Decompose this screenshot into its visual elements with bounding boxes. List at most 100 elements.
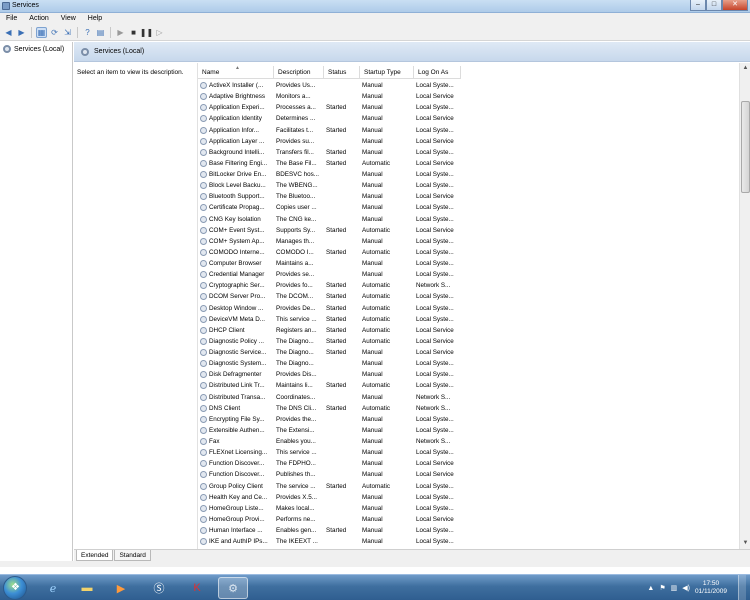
table-row[interactable]: DeviceVM Meta D... This service ... Starte… — [198, 314, 462, 325]
table-row[interactable]: Distributed Transa... Coordinates... Manua… — [198, 392, 462, 403]
table-row[interactable]: HomeGroup Provi... Performs ne... Manual Lo… — [198, 514, 462, 525]
table-row[interactable]: DHCP Client Registers an... Started Automat… — [198, 325, 462, 336]
table-row[interactable]: COMODO Interne... COMODO I... Started Autom… — [198, 247, 462, 258]
gear-icon — [3, 45, 11, 53]
back-icon[interactable]: ◀ — [3, 27, 14, 38]
table-row[interactable]: Application Infor... Facilitates t... Star… — [198, 125, 462, 136]
tab-standard[interactable]: Standard — [114, 550, 151, 561]
table-row[interactable]: Fax Enables you... Manual Network S... — [198, 436, 462, 447]
menu-file[interactable]: File — [0, 13, 23, 25]
tab-extended[interactable]: Extended — [76, 550, 114, 561]
menu-help[interactable]: Help — [82, 13, 108, 25]
menu-action[interactable]: Action — [23, 13, 54, 25]
column-header-description[interactable]: Description — [274, 66, 324, 78]
table-row[interactable]: Extensible Authen... The Extensi... Manual… — [198, 425, 462, 436]
stop-service-icon[interactable]: ■ — [128, 27, 139, 38]
minimize-button[interactable]: – — [690, 0, 706, 11]
media-player-icon[interactable]: ▶ — [106, 577, 136, 599]
pause-service-icon[interactable]: ❚❚ — [140, 27, 153, 38]
service-log-on-as: Local Service — [416, 326, 454, 334]
table-row[interactable]: Group Policy Client The service ... Starte… — [198, 481, 462, 492]
column-header-startup-type[interactable]: Startup Type — [360, 66, 414, 78]
table-row[interactable]: Health Key and Ce... Provides X.5... Manua… — [198, 492, 462, 503]
table-row[interactable]: Desktop Window ... Provides De... Started A… — [198, 303, 462, 314]
skype-icon[interactable]: Ⓢ — [144, 577, 174, 599]
scroll-down-icon[interactable]: ▼ — [741, 539, 750, 548]
table-row[interactable]: HomeGroup Liste... Makes local... Manual Lo… — [198, 503, 462, 514]
forward-icon[interactable]: ▶ — [16, 27, 27, 38]
clock[interactable]: 17:50 01/11/2009 — [695, 580, 733, 596]
table-row[interactable]: Base Filtering Engi... The Base Fil... Sta… — [198, 158, 462, 169]
service-name: Diagnostic System... — [198, 360, 274, 368]
export-list-icon[interactable]: ⇲ — [62, 27, 73, 38]
service-status: Started — [326, 126, 347, 134]
service-description: Transfers fil... — [276, 148, 314, 156]
file-explorer-icon[interactable]: ▬ — [72, 577, 102, 599]
vertical-scrollbar[interactable]: ▲ ▼ — [739, 63, 750, 549]
table-row[interactable]: Application Layer ... Provides su... Manua… — [198, 136, 462, 147]
table-row[interactable]: Encrypting File Sy... Provides the... Manu… — [198, 414, 462, 425]
table-row[interactable]: Application Experi... Processes a... Start… — [198, 102, 462, 113]
table-row[interactable]: Diagnostic Service... The Diagno... Starte… — [198, 347, 462, 358]
table-row[interactable]: COM+ System Ap... Manages th... Manual Loca… — [198, 236, 462, 247]
description-panel: Select an item to view its description. — [74, 63, 198, 549]
maximize-button[interactable]: □ — [706, 0, 722, 11]
service-status: Started — [326, 248, 347, 256]
volume-icon[interactable]: ◀) — [682, 584, 690, 592]
table-row[interactable]: DNS Client The DNS Cli... Started Automatic… — [198, 403, 462, 414]
table-row[interactable]: Bluetooth Support... The Bluetoo... Manual… — [198, 191, 462, 202]
table-row[interactable]: FLEXnet Licensing... This service ... Manu… — [198, 447, 462, 458]
table-row[interactable]: Disk Defragmenter Provides Dis... Manual Lo… — [198, 369, 462, 380]
table-row[interactable]: Diagnostic System... The Diagno... Manual L… — [198, 358, 462, 369]
tree-item-services-local[interactable]: Services (Local) — [3, 45, 64, 53]
table-row[interactable]: Diagnostic Policy ... The Diagno... Starte… — [198, 336, 462, 347]
table-row[interactable]: Human Interface ... Enables gen... Started… — [198, 525, 462, 536]
scroll-up-icon[interactable]: ▲ — [741, 64, 750, 73]
table-row[interactable]: CNG Key Isolation The CNG ke... Manual Loca… — [198, 214, 462, 225]
service-name: COM+ System Ap... — [198, 237, 274, 245]
table-row[interactable]: DCOM Server Pro... The DCOM... Started Auto… — [198, 291, 462, 302]
properties-icon[interactable]: ▤ — [95, 27, 106, 38]
show-hide-tree-icon[interactable]: ▦ — [36, 27, 47, 38]
service-name: Encrypting File Sy... — [198, 415, 274, 423]
table-row[interactable]: BitLocker Drive En... BDESVC hos... Manual… — [198, 169, 462, 180]
table-row[interactable]: Certificate Propag... Copies user ... Manu… — [198, 202, 462, 213]
column-header-status[interactable]: Status — [324, 66, 360, 78]
menu-view[interactable]: View — [55, 13, 82, 25]
help-icon[interactable]: ? — [82, 27, 93, 38]
close-button[interactable]: ✕ — [722, 0, 748, 11]
table-row[interactable]: Distributed Link Tr... Maintains li... Sta… — [198, 380, 462, 391]
service-description: BDESVC hos... — [276, 171, 320, 179]
action-center-icon[interactable]: ⚑ — [659, 584, 665, 592]
table-row[interactable]: Function Discover... Publishes th... Manua… — [198, 469, 462, 480]
service-name: COM+ Event Syst... — [198, 226, 274, 234]
restart-service-icon[interactable]: ▷ — [154, 27, 165, 38]
table-row[interactable]: Cryptographic Ser... Provides fo... Starte… — [198, 280, 462, 291]
service-description: Supports Sy... — [276, 226, 316, 234]
table-row[interactable]: Function Discover... The FDPHO... Manual Lo… — [198, 458, 462, 469]
table-row[interactable]: Block Level Backu... The WBENG... Manual Lo… — [198, 180, 462, 191]
table-row[interactable]: COM+ Event Syst... Supports Sy... Started A… — [198, 225, 462, 236]
show-hidden-icons-icon[interactable]: ▲ — [647, 585, 654, 592]
table-row[interactable]: IKE and AuthIP IPs... The IKEEXT ... Manua… — [198, 536, 462, 547]
column-header-log-on-as[interactable]: Log On As — [414, 66, 461, 78]
service-name: FLEXnet Licensing... — [198, 449, 274, 457]
kaspersky-icon[interactable]: K — [182, 577, 212, 599]
table-row[interactable]: Computer Browser Maintains a... Manual Loca… — [198, 258, 462, 269]
services-taskbar-icon[interactable]: ⚙ — [218, 577, 248, 599]
table-row[interactable]: Background Intelli... Transfers fil... Sta… — [198, 147, 462, 158]
network-icon[interactable]: ▥ — [671, 584, 678, 592]
table-row[interactable]: ActiveX Installer (... Provides Us... Manu… — [198, 80, 462, 91]
start-service-icon[interactable]: ▶ — [115, 27, 126, 38]
service-status: Started — [326, 304, 347, 312]
windows-logo-icon: ❖ — [11, 582, 20, 593]
table-row[interactable]: Adaptive Brightness Monitors a... Manual Lo… — [198, 91, 462, 102]
show-desktop-button[interactable] — [738, 575, 746, 600]
refresh-icon[interactable]: ⟳ — [49, 27, 60, 38]
service-name: CNG Key Isolation — [198, 215, 274, 223]
table-row[interactable]: Application Identity Determines ... Manual… — [198, 113, 462, 124]
table-row[interactable]: Credential Manager Provides se... Manual Lo… — [198, 269, 462, 280]
internet-explorer-icon[interactable]: ℯ — [38, 577, 68, 599]
scroll-thumb[interactable] — [741, 101, 750, 193]
start-button[interactable]: ❖ — [3, 576, 27, 600]
